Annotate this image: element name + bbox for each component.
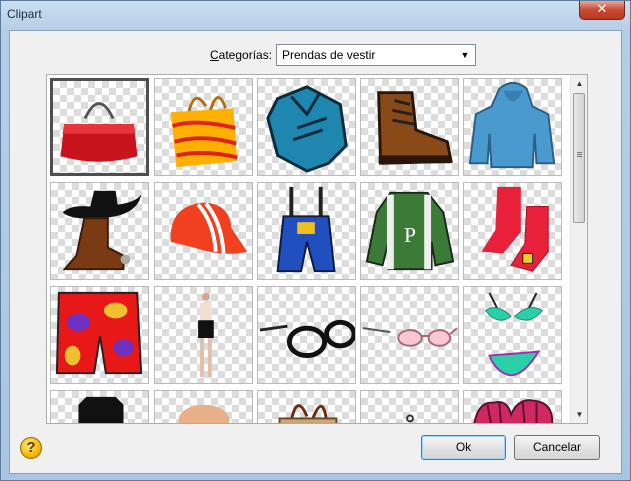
clipart-item-black-shirt[interactable] <box>50 390 149 423</box>
pink-glasses-icon <box>362 327 458 347</box>
clipart-item-hat-skin[interactable] <box>154 390 253 423</box>
small-item-icon <box>406 414 414 423</box>
help-icon[interactable]: ? <box>20 437 42 459</box>
clipart-item-gloves[interactable] <box>463 390 562 423</box>
clipart-item-woman-figure[interactable] <box>154 286 253 384</box>
shopping-bag-icon <box>170 96 238 168</box>
clipart-item-shirt[interactable] <box>257 78 356 176</box>
clipart-item-cap[interactable] <box>154 182 253 280</box>
close-icon: ✕ <box>596 2 608 17</box>
clipart-item-small-item[interactable] <box>360 390 459 423</box>
hoodie-icon <box>468 81 556 169</box>
ok-button[interactable]: Ok <box>421 435 506 460</box>
clipart-item-pink-glasses[interactable] <box>360 286 459 384</box>
jacket-icon: P <box>365 191 455 271</box>
svg-text:P: P <box>404 223 416 247</box>
clipart-dialog: Clipart ✕ Categorías: Prendas de vestir … <box>0 0 631 481</box>
overalls-icon <box>276 186 336 273</box>
grip-icon <box>577 152 582 153</box>
category-select[interactable]: Prendas de vestir ▼ <box>276 44 476 66</box>
chevron-down-icon: ▼ <box>460 50 470 60</box>
category-label-text: ategorías: <box>218 48 273 62</box>
clipart-item-overalls[interactable] <box>257 182 356 280</box>
dialog-body: Categorías: Prendas de vestir ▼ P ▲ ▼ ? … <box>9 30 622 474</box>
category-label-accel: C <box>210 48 219 62</box>
shirt-icon <box>266 85 348 173</box>
scroll-up-icon[interactable]: ▲ <box>571 75 587 92</box>
close-button[interactable]: ✕ <box>579 1 625 20</box>
category-label: Categorías: <box>210 48 272 62</box>
handbag-icon <box>60 102 138 162</box>
cowboy-boot-hat-icon <box>62 190 142 271</box>
clipart-item-boot[interactable] <box>360 78 459 176</box>
cancel-button[interactable]: Cancelar <box>514 435 600 460</box>
clipart-item-cowboy-boot-hat[interactable] <box>50 182 149 280</box>
gloves-icon <box>473 399 554 423</box>
brown-bag-icon <box>278 404 338 423</box>
window-title: Clipart <box>7 7 42 21</box>
boot-icon <box>377 91 453 165</box>
clipart-item-shorts[interactable] <box>50 286 149 384</box>
cap-icon <box>170 202 248 254</box>
scrollbar-thumb[interactable] <box>573 93 585 223</box>
clipart-item-glasses[interactable] <box>257 286 356 384</box>
glasses-icon <box>259 319 355 359</box>
clipart-grid: P ▲ ▼ <box>46 74 588 424</box>
clipart-item-handbag[interactable] <box>50 78 149 176</box>
clipart-item-hoodie[interactable] <box>463 78 562 176</box>
woman-figure-icon <box>198 292 214 378</box>
hat-skin-icon <box>178 404 230 423</box>
clipart-item-socks[interactable] <box>463 182 562 280</box>
title-bar[interactable]: Clipart ✕ <box>1 1 631 29</box>
black-shirt-icon <box>78 396 124 423</box>
category-selected-value: Prendas de vestir <box>282 48 376 62</box>
vertical-scrollbar[interactable]: ▲ ▼ <box>570 75 587 423</box>
clipart-item-bikini[interactable] <box>463 286 562 384</box>
shorts-icon <box>55 291 143 375</box>
socks-icon <box>481 186 549 272</box>
clipart-item-brown-bag[interactable] <box>257 390 356 423</box>
clipart-item-shopping-bag[interactable] <box>154 78 253 176</box>
scroll-down-icon[interactable]: ▼ <box>571 406 587 423</box>
clipart-item-jacket[interactable]: P <box>360 182 459 280</box>
bikini-icon <box>484 292 544 377</box>
